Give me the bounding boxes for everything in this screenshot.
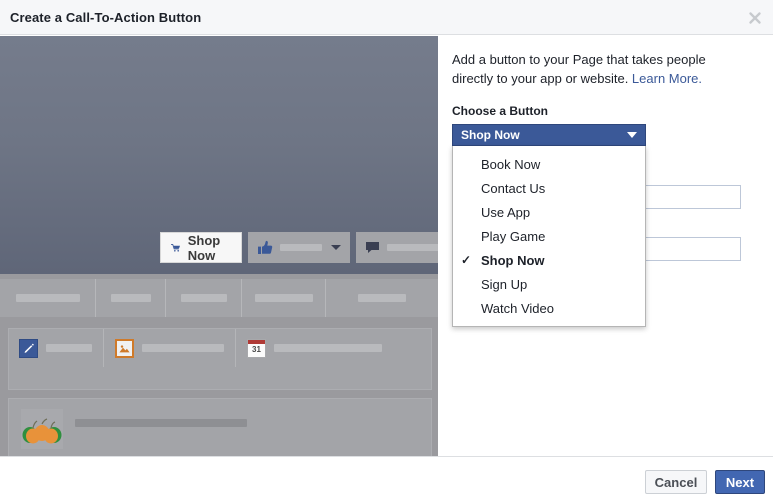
dropdown-option-label: Contact Us — [481, 180, 546, 196]
composer-tab-event[interactable]: 31 — [247, 329, 393, 367]
next-button[interactable]: Next — [715, 470, 765, 494]
dropdown-option-play-game[interactable]: Play Game — [453, 224, 645, 248]
check-icon: ✓ — [461, 253, 472, 267]
composer-label-placeholder — [274, 344, 382, 352]
preview-comment-button[interactable] — [355, 232, 438, 263]
like-label-placeholder — [279, 244, 322, 251]
dropdown-option-label: Shop Now — [481, 252, 545, 268]
dropdown-option-use-app[interactable]: Use App — [453, 200, 645, 224]
dropdown-toggle[interactable]: Shop Now — [452, 124, 646, 146]
preview-like-button[interactable] — [247, 232, 350, 263]
intro-text: Add a button to your Page that takes peo… — [452, 50, 748, 88]
preview-cta-button[interactable]: Shop Now — [160, 232, 242, 263]
dropdown-option-label: Use App — [481, 204, 531, 220]
speech-bubble-icon — [365, 242, 379, 253]
dialog-titlebar: Create a Call-To-Action Button — [0, 0, 773, 35]
page-preview-panel: Shop Now 31 — [0, 36, 438, 456]
tab-label-placeholder — [358, 294, 406, 302]
dropdown-selected-value: Shop Now — [461, 128, 520, 142]
dialog-title: Create a Call-To-Action Button — [10, 10, 202, 25]
chevron-down-icon — [627, 132, 637, 138]
dropdown-option-watch-video[interactable]: Watch Video — [453, 296, 645, 320]
close-icon[interactable] — [745, 8, 765, 28]
dropdown-option-book-now[interactable]: Book Now — [453, 152, 645, 176]
composer-tab-photo[interactable] — [115, 329, 236, 367]
thumbs-up-icon — [257, 240, 272, 254]
dropdown-option-label: Play Game — [481, 228, 546, 244]
composer-label-placeholder — [46, 344, 92, 352]
fruit-photo-thumbnail — [21, 409, 63, 449]
page-tabs-strip — [0, 279, 438, 317]
calendar-day-number: 31 — [252, 345, 261, 354]
cancel-button[interactable]: Cancel — [645, 470, 707, 494]
chevron-down-icon[interactable] — [330, 245, 341, 250]
form-panel: Add a button to your Page that takes peo… — [438, 36, 773, 456]
post-text-placeholder — [75, 419, 247, 427]
page-tab[interactable] — [96, 279, 166, 317]
page-tab[interactable] — [166, 279, 242, 317]
comment-label-placeholder — [386, 244, 438, 251]
cover-action-bar: Shop Now — [160, 232, 438, 263]
choose-a-button-label: Choose a Button — [452, 104, 548, 118]
page-tab[interactable] — [0, 279, 96, 317]
tab-label-placeholder — [254, 294, 313, 302]
photo-icon — [115, 338, 134, 358]
dropdown-option-contact-us[interactable]: Contact Us — [453, 176, 645, 200]
calendar-header-bar — [248, 339, 265, 344]
composer-tab-row: 31 — [9, 329, 431, 367]
dropdown-option-label: Book Now — [481, 156, 541, 172]
dropdown-menu: Book Now Contact Us Use App Play Game ✓ … — [452, 146, 646, 327]
dropdown-option-label: Sign Up — [481, 276, 528, 292]
button-type-dropdown: Shop Now Book Now Contact Us Use App Pla… — [452, 124, 646, 327]
composer-active-caret — [30, 366, 48, 374]
tab-label-placeholder — [110, 294, 151, 302]
dialog-footer: Cancel Next — [0, 456, 773, 502]
composer-label-placeholder — [142, 344, 224, 352]
shopping-cart-icon — [171, 243, 181, 252]
dropdown-option-label: Watch Video — [481, 300, 554, 316]
learn-more-link[interactable]: Learn More. — [632, 71, 702, 86]
pencil-icon — [19, 338, 38, 358]
dropdown-option-shop-now[interactable]: ✓ Shop Now — [453, 248, 645, 272]
tab-label-placeholder — [180, 294, 227, 302]
page-tab[interactable] — [242, 279, 326, 317]
dropdown-option-sign-up[interactable]: Sign Up — [453, 272, 645, 296]
page-tab[interactable] — [326, 279, 438, 317]
composer-tab-status[interactable] — [19, 329, 104, 367]
preview-cta-label: Shop Now — [187, 232, 221, 263]
composer-card: 31 — [8, 328, 432, 390]
tab-label-placeholder — [15, 294, 80, 302]
calendar-icon: 31 — [247, 338, 266, 358]
post-card — [8, 398, 432, 456]
